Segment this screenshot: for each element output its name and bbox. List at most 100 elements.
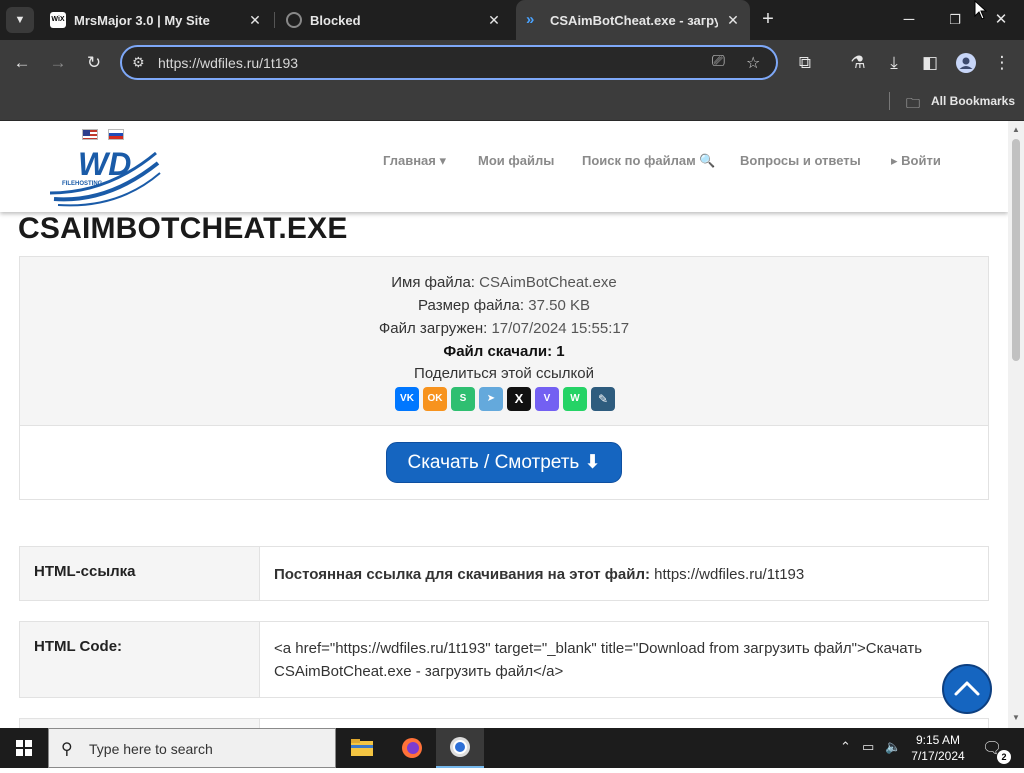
file-size-value: 37.50 KB [528,297,590,314]
sferum-share-icon[interactable]: S [451,387,475,411]
download-count-line: Файл скачали: 1 [20,343,988,360]
html-link-row: HTML-ссылка Постоянная ссылка для скачив… [19,546,989,601]
address-text[interactable]: https://wdfiles.ru/1t193 [158,55,298,71]
next-row [19,718,989,728]
more-menu-icon[interactable]: ⋮ [989,50,1015,76]
windows-taskbar: ⚲ Type here to search ⌃ ▭ 🔈 9:15 AM 7/17… [0,728,1024,768]
minimize-icon[interactable]: ─ [886,0,932,40]
download-button-label: Скачать / Смотреть [407,452,580,473]
wdfiles-icon: » [526,11,535,28]
vk-share-icon[interactable]: VK [395,387,419,411]
install-app-icon[interactable]: ⎚ [712,53,725,71]
close-tab-icon[interactable]: ✕ [484,10,504,30]
site-info-icon[interactable]: ⚙ [132,54,145,71]
tab-separator [274,12,275,28]
nav-my-files[interactable]: Мои файлы [478,153,554,168]
search-icon: ⚲ [61,741,73,758]
file-name-value: CSAimBotCheat.exe [479,274,617,291]
chrome-icon[interactable] [436,728,484,768]
file-size-line: Размер файла: 37.50 KB [20,297,988,314]
folder-icon: 🗀 [906,95,920,111]
tab-title: Blocked [310,13,361,28]
x-share-icon[interactable]: X [507,387,531,411]
address-bar[interactable]: ⚙ https://wdfiles.ru/1t193 ⎚ ☆ [120,45,778,80]
html-code-value[interactable]: <a href="https://wdfiles.ru/1t193" targe… [274,637,974,683]
upload-date-value: 17/07/2024 15:55:17 [491,320,630,337]
whatsapp-share-icon[interactable]: W [563,387,587,411]
permanent-link-url[interactable]: https://wdfiles.ru/1t193 [654,566,804,583]
file-name-label: Имя файла: [391,274,475,291]
volume-icon[interactable]: 🔈 [885,739,901,755]
nav-login[interactable]: ▸ Войти [891,153,941,169]
download-button[interactable]: Скачать / Смотреть ⬇ [386,442,622,483]
nav-file-search[interactable]: Поиск по файлам 🔍 [582,153,716,169]
file-size-label: Размер файла: [418,297,525,314]
html-code-row: HTML Code: <a href="https://wdfiles.ru/1… [19,621,989,698]
download-count-value: 1 [556,343,565,360]
permanent-link-label: Постоянная ссылка для скачивания на этот… [274,566,650,583]
restore-icon[interactable]: ❐ [932,0,978,40]
nav-home[interactable]: Главная ▾ [383,153,446,169]
bookmark-star-icon[interactable]: ☆ [746,53,760,73]
english-flag-icon[interactable] [82,129,98,140]
scroll-to-top-button[interactable] [942,664,992,714]
tab-title: CSAimBotCheat.exe - загрузит [550,13,718,28]
clock-time: 9:15 AM [915,733,961,747]
taskbar-search[interactable]: ⚲ Type here to search [48,728,336,768]
windows-logo-icon [16,740,32,756]
site-logo[interactable]: WD FILEHOSTING [48,143,164,209]
page-scrollbar[interactable]: ▲ ▼ [1008,121,1024,728]
odnoklassniki-share-icon[interactable]: OK [423,387,447,411]
russian-flag-icon[interactable] [108,129,124,140]
nav-faq[interactable]: Вопросы и ответы [740,153,861,168]
blocked-icon [286,12,302,28]
firefox-icon[interactable] [388,728,436,768]
browser-toolbar: ← → ↻ ⚙ https://wdfiles.ru/1t193 ⎚ ☆ ⧉ ⚗… [0,40,1024,86]
profile-avatar-icon[interactable] [953,50,979,76]
scroll-up-arrow-icon[interactable]: ▲ [1008,123,1024,137]
site-header: WD FILEHOSTING Главная ▾ Мои файлы Поиск… [0,121,1008,212]
browser-titlebar: ▼ WiX MrsMajor 3.0 | My Site ✕ Blocked ✕… [0,0,1024,40]
tab-search-button[interactable]: ▼ [6,7,34,33]
chevron-up-icon [954,681,980,696]
start-button[interactable] [0,728,48,768]
download-icon: ⬇ [584,452,601,473]
html-code-label: HTML Code: [20,622,260,697]
telegram-share-icon[interactable]: ➤ [479,387,503,411]
scroll-down-arrow-icon[interactable]: ▼ [1008,711,1024,725]
extensions-icon[interactable]: ⧉ [792,50,818,76]
bookmarks-separator [889,92,890,110]
system-clock[interactable]: 9:15 AM 7/17/2024 [906,732,970,764]
back-icon[interactable]: ← [9,50,35,76]
share-label: Поделиться этой ссылкой [414,365,594,382]
close-tab-icon[interactable]: ✕ [723,10,743,30]
side-panel-icon[interactable]: ◧ [917,50,943,76]
close-tab-icon[interactable]: ✕ [245,10,265,30]
show-hidden-icons-icon[interactable]: ⌃ [840,739,851,755]
download-icon[interactable]: ⤓ [881,50,907,76]
html-link-value: Постоянная ссылка для скачивания на этот… [274,563,974,586]
upload-date-label: Файл загружен: [378,320,488,337]
tab-blocked[interactable]: Blocked ✕ [276,0,514,40]
forward-icon[interactable]: → [45,50,71,76]
page-title: CSAIMBOTCHEAT.EXE [18,212,348,245]
reload-icon[interactable]: ↻ [81,50,107,76]
bookmarks-bar: 🗀 All Bookmarks [0,86,1024,121]
mouse-cursor-icon [974,0,988,20]
labs-flask-icon[interactable]: ⚗ [845,50,871,76]
file-info-panel: Имя файла: CSAimBotCheat.exe Размер файл… [19,256,989,500]
scrollbar-thumb[interactable] [1012,139,1020,361]
network-icon[interactable]: ▭ [862,739,874,755]
tab-mrsmajor[interactable]: WiX MrsMajor 3.0 | My Site ✕ [40,0,272,40]
upload-date-line: Файл загружен: 17/07/2024 15:55:17 [20,320,988,337]
tab-csaimbotcheat[interactable]: » CSAimBotCheat.exe - загрузит ✕ [516,0,750,40]
file-name-line: Имя файла: CSAimBotCheat.exe [20,274,988,291]
all-bookmarks-button[interactable]: All Bookmarks [931,94,1015,108]
wix-icon: WiX [50,12,66,28]
livejournal-share-icon[interactable]: ✎ [591,387,615,411]
tab-title: MrsMajor 3.0 | My Site [74,13,210,28]
file-explorer-icon[interactable] [338,728,386,768]
viber-share-icon[interactable]: V [535,387,559,411]
clock-date: 7/17/2024 [911,749,965,763]
new-tab-button[interactable]: + [757,8,779,30]
